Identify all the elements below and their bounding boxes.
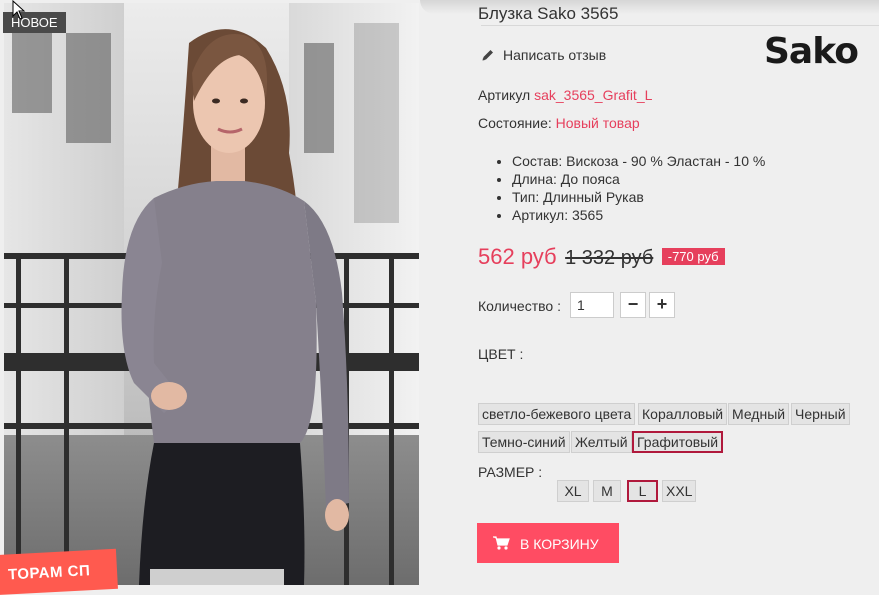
product-info-panel: Блузка Sako 3565 Написать отзыв Sako Арт… bbox=[421, 0, 879, 585]
size-option[interactable]: XL bbox=[557, 480, 589, 502]
condition-value: Новый товар bbox=[555, 115, 640, 131]
feature-item: Длина: До пояса bbox=[512, 170, 765, 188]
thumbnail-tab[interactable] bbox=[150, 569, 284, 585]
title-divider bbox=[481, 25, 879, 26]
quantity-plus-button[interactable]: + bbox=[649, 292, 675, 318]
quantity-label: Количество : bbox=[478, 298, 561, 314]
condition-row: Состояние: Новый товар bbox=[478, 115, 640, 131]
color-label: ЦВЕТ : bbox=[478, 346, 524, 362]
promo-ribbon-label: ТОРАМ СП bbox=[7, 562, 91, 584]
cursor-arrow-icon bbox=[12, 0, 26, 20]
size-label: РАЗМЕР : bbox=[478, 464, 543, 480]
color-option[interactable]: Медный bbox=[728, 403, 790, 425]
add-to-cart-label: В КОРЗИНУ bbox=[520, 536, 599, 552]
product-title: Блузка Sako 3565 bbox=[478, 4, 619, 23]
discount-badge: -770 руб bbox=[661, 248, 725, 265]
color-option-selected[interactable]: Графитовый bbox=[632, 431, 724, 453]
feature-item: Состав: Вискоза - 90 % Эластан - 10 % bbox=[512, 152, 765, 170]
cart-icon bbox=[493, 536, 510, 550]
price-row: 562 руб 1 332 руб -770 руб bbox=[478, 244, 725, 270]
size-option-selected[interactable]: L bbox=[627, 480, 658, 502]
size-option[interactable]: M bbox=[593, 480, 621, 502]
feature-item: Артикул: 3565 bbox=[512, 206, 765, 224]
article-row: Артикул sak_3565_Grafit_L bbox=[478, 87, 652, 103]
brand-logo[interactable]: Sako bbox=[764, 33, 868, 71]
price-old: 1 332 руб bbox=[565, 247, 654, 269]
size-option[interactable]: XXL bbox=[662, 480, 696, 502]
feature-item: Тип: Длинный Рукав bbox=[512, 188, 765, 206]
article-value: sak_3565_Grafit_L bbox=[534, 87, 653, 103]
article-label: Артикул bbox=[478, 87, 531, 103]
price-new: 562 руб bbox=[478, 244, 557, 269]
model-figure bbox=[121, 29, 349, 585]
write-review-label: Написать отзыв bbox=[503, 47, 607, 63]
color-option[interactable]: Коралловый bbox=[638, 403, 728, 425]
feature-list: Состав: Вискоза - 90 % Эластан - 10 % Дл… bbox=[494, 152, 765, 224]
pencil-icon bbox=[482, 50, 493, 61]
add-to-cart-button[interactable]: В КОРЗИНУ bbox=[477, 523, 619, 563]
quantity-minus-button[interactable]: − bbox=[620, 292, 646, 318]
product-photo[interactable] bbox=[4, 3, 419, 585]
write-review-link[interactable]: Написать отзыв bbox=[481, 47, 606, 63]
promo-ribbon[interactable]: ТОРАМ СП bbox=[0, 548, 118, 595]
color-option[interactable]: Черный bbox=[791, 403, 850, 425]
color-option[interactable]: Желтый bbox=[571, 431, 632, 453]
quantity-input[interactable]: 1 bbox=[570, 292, 614, 318]
color-option[interactable]: Темно-синий bbox=[478, 431, 570, 453]
color-option[interactable]: светло-бежевого цвета bbox=[478, 403, 636, 425]
condition-label: Состояние: bbox=[478, 115, 552, 131]
